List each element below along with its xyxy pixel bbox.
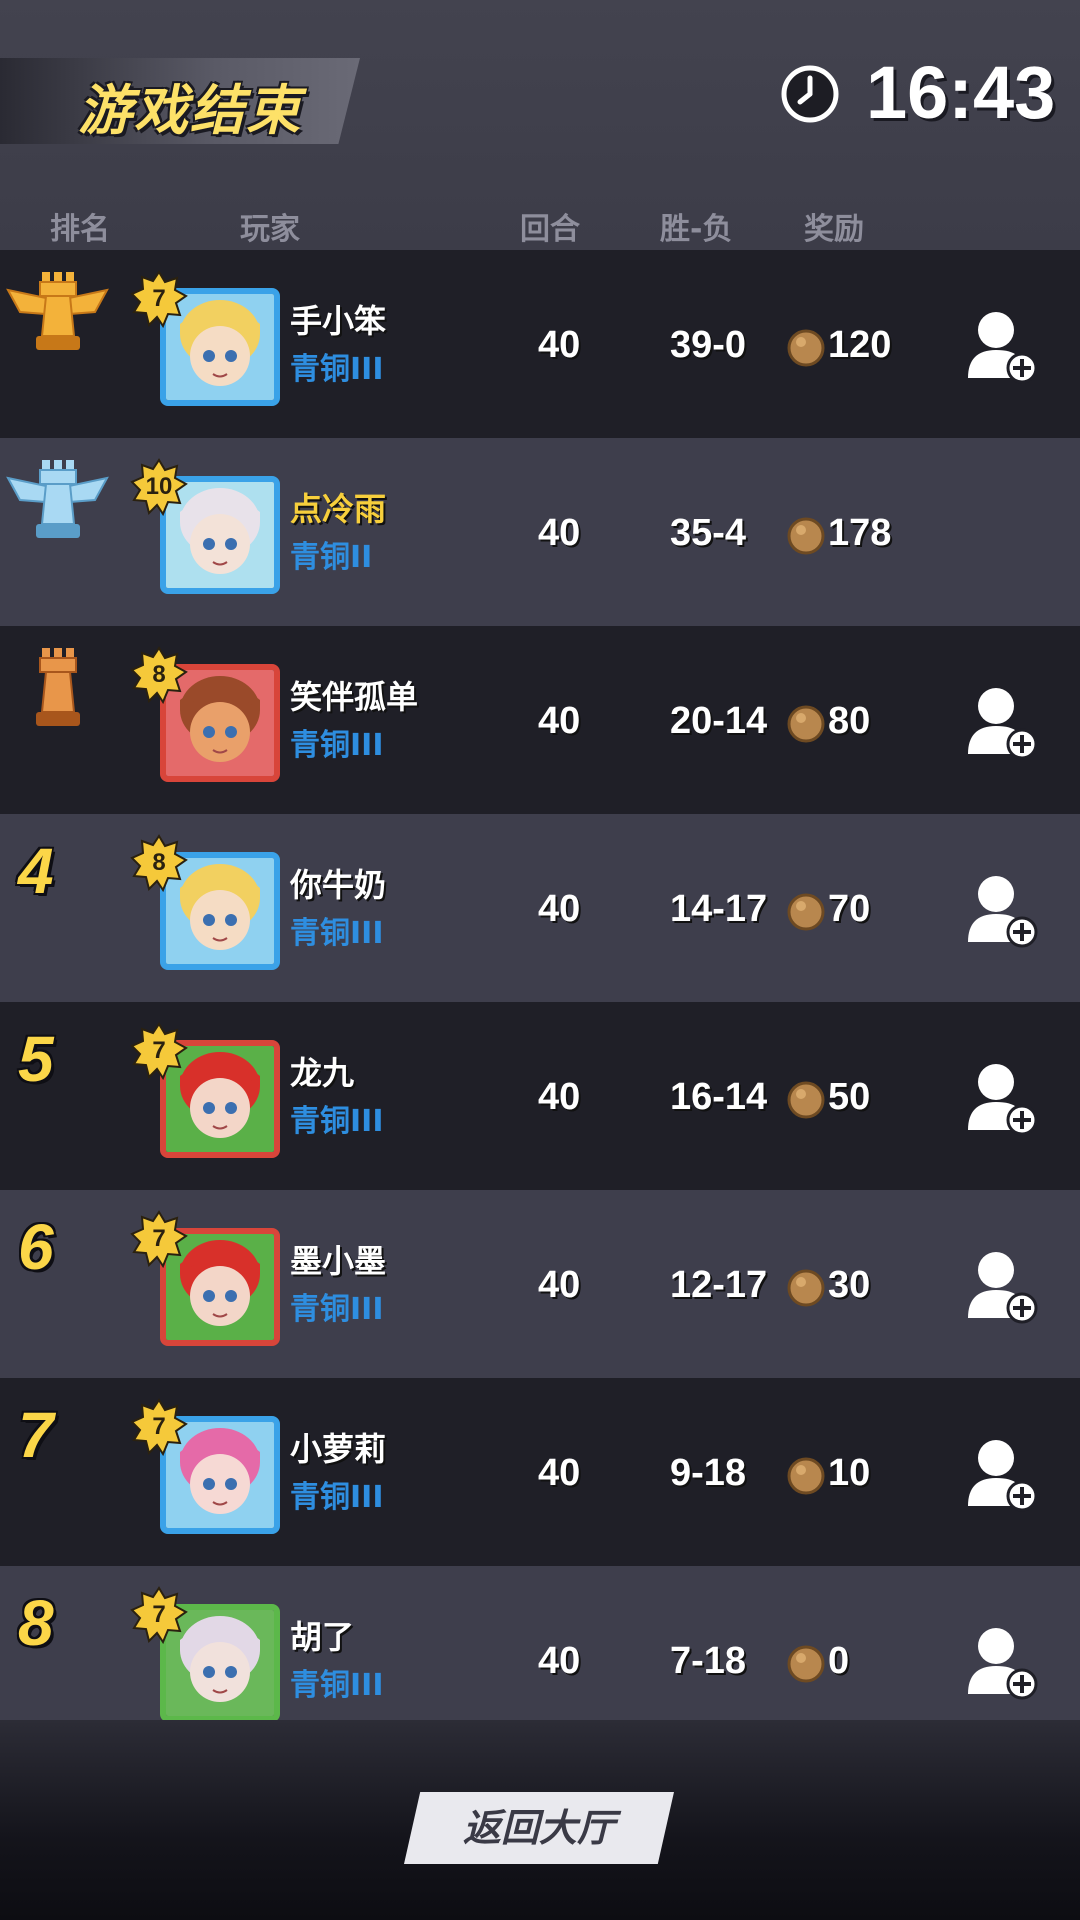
win-loss-value: 12-17 xyxy=(670,1264,768,1306)
rank-number: 7 xyxy=(18,1399,54,1471)
coin-icon xyxy=(787,1457,825,1495)
silver-trophy-icon xyxy=(6,460,109,538)
level-star-badge: 7 xyxy=(130,1210,188,1268)
table-row: 4 8 你牛奶青铜III 40 14-17 70 xyxy=(0,814,1080,1002)
player-tier: 青铜III xyxy=(290,1668,384,1703)
player-name: 笑伴孤单 xyxy=(290,678,419,716)
player-name: 点冷雨 xyxy=(290,490,387,528)
add-friend-icon[interactable] xyxy=(966,1060,1038,1136)
column-header-rank: 排名 xyxy=(50,212,110,247)
column-header-reward: 奖励 xyxy=(804,212,864,247)
reward-value: 70 xyxy=(828,888,871,930)
rounds-value: 40 xyxy=(538,888,581,930)
rank-number: 8 xyxy=(18,1587,54,1659)
rounds-value: 40 xyxy=(538,1264,581,1306)
table-row: 7 7 小萝莉青铜III 40 9-18 10 xyxy=(0,1378,1080,1566)
player-tier: 青铜III xyxy=(290,916,384,951)
column-header-rounds: 回合 xyxy=(520,212,580,247)
reward-value: 178 xyxy=(828,512,892,554)
rounds-value: 40 xyxy=(538,512,581,554)
page-title: 游戏结束 xyxy=(78,79,302,142)
rank-number: 4 xyxy=(18,835,54,907)
add-friend-icon[interactable] xyxy=(966,684,1038,760)
win-loss-value: 20-14 xyxy=(670,700,768,742)
level-star-badge: 7 xyxy=(130,1586,188,1644)
coin-icon xyxy=(787,329,825,367)
table-row: 8 笑伴孤单青铜III 40 20-14 80 xyxy=(0,626,1080,814)
add-friend-icon[interactable] xyxy=(966,1624,1038,1700)
coin-icon xyxy=(787,705,825,743)
player-name: 龙九 xyxy=(290,1054,355,1092)
add-friend-icon[interactable] xyxy=(966,872,1038,948)
reward-value: 50 xyxy=(828,1076,871,1118)
column-header-player: 玩家 xyxy=(240,212,300,247)
player-name: 小萝莉 xyxy=(290,1430,387,1468)
table-row: 10 点冷雨青铜II 40 35-4 178 xyxy=(0,438,1080,626)
add-friend-icon[interactable] xyxy=(966,1248,1038,1324)
level-star-badge: 7 xyxy=(130,1022,188,1080)
coin-icon xyxy=(787,893,825,931)
add-friend-icon[interactable] xyxy=(966,308,1038,384)
coin-icon xyxy=(787,1081,825,1119)
level-star-badge: 10 xyxy=(130,458,188,516)
level-star-badge: 8 xyxy=(130,646,188,704)
gold-trophy-icon xyxy=(6,272,109,350)
rounds-value: 40 xyxy=(538,1640,581,1682)
table-row: 6 7 墨小墨青铜III 40 12-17 30 xyxy=(0,1190,1080,1378)
player-tier: 青铜III xyxy=(290,1292,384,1327)
level-star-badge: 7 xyxy=(130,1398,188,1456)
win-loss-value: 16-14 xyxy=(670,1076,768,1118)
rank-number: 6 xyxy=(18,1211,54,1283)
game-timer: 16:43 xyxy=(866,51,1056,134)
clock-icon xyxy=(781,65,839,123)
player-tier: 青铜III xyxy=(290,728,384,763)
player-tier: 青铜III xyxy=(290,352,384,387)
rounds-value: 40 xyxy=(538,700,581,742)
player-name: 你牛奶 xyxy=(290,866,387,904)
win-loss-value: 14-17 xyxy=(670,888,768,930)
coin-icon xyxy=(787,1269,825,1307)
column-header-win-loss: 胜-负 xyxy=(660,212,733,247)
win-loss-value: 35-4 xyxy=(670,512,747,554)
reward-value: 120 xyxy=(828,324,892,366)
return-lobby-label[interactable]: 返回大厅 xyxy=(404,1800,674,1856)
player-name: 墨小墨 xyxy=(290,1242,387,1280)
win-loss-value: 39-0 xyxy=(670,324,747,366)
level-star-badge: 7 xyxy=(130,270,188,328)
player-name: 胡了 xyxy=(290,1618,355,1656)
reward-value: 30 xyxy=(828,1264,871,1306)
win-loss-value: 7-18 xyxy=(670,1640,747,1682)
reward-value: 0 xyxy=(828,1640,850,1682)
player-tier: 青铜III xyxy=(290,1104,384,1139)
add-friend-icon[interactable] xyxy=(966,1436,1038,1512)
rounds-value: 40 xyxy=(538,324,581,366)
rounds-value: 40 xyxy=(538,1452,581,1494)
player-tier: 青铜II xyxy=(290,540,373,575)
table-row: 5 7 龙九青铜III 40 16-14 50 xyxy=(0,1002,1080,1190)
level-star-badge: 8 xyxy=(130,834,188,892)
table-row: 7 手小笨青铜III 40 39-0 120 xyxy=(0,250,1080,438)
player-name: 手小笨 xyxy=(290,302,387,340)
player-tier: 青铜III xyxy=(290,1480,384,1515)
coin-icon xyxy=(787,517,825,555)
coin-icon xyxy=(787,1645,825,1683)
reward-value: 80 xyxy=(828,700,871,742)
win-loss-value: 9-18 xyxy=(670,1452,747,1494)
rank-number: 5 xyxy=(18,1023,54,1095)
rounds-value: 40 xyxy=(538,1076,581,1118)
reward-value: 10 xyxy=(828,1452,871,1494)
bronze-trophy-icon xyxy=(36,648,80,726)
